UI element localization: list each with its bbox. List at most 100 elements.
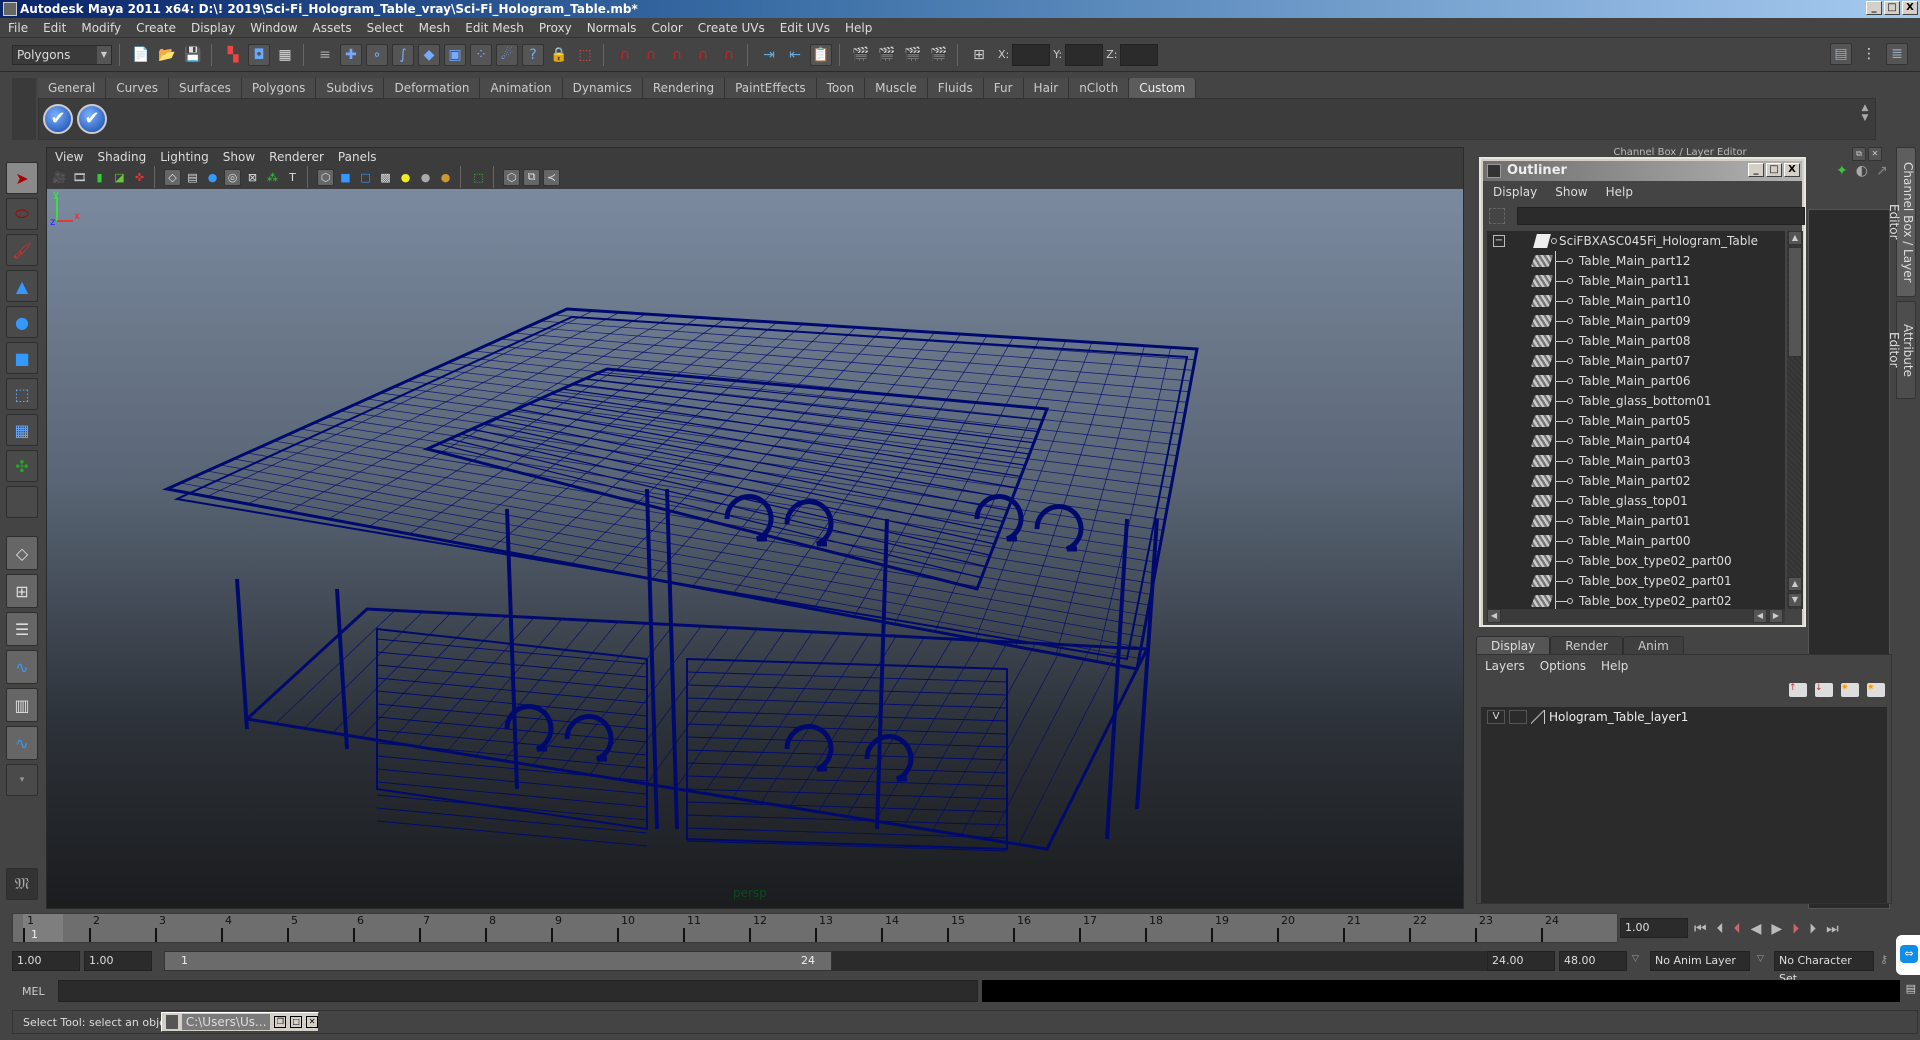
layer-menu-layers[interactable]: Layers bbox=[1485, 659, 1525, 673]
layout-hypershade-persp-icon[interactable]: ▥ bbox=[6, 688, 38, 722]
shelf-tab-fluids[interactable]: Fluids bbox=[927, 78, 984, 98]
restore-icon[interactable]: ❐ bbox=[274, 1016, 287, 1028]
snap-lattice-icon[interactable]: ▣ bbox=[444, 43, 466, 66]
play-backwards-icon[interactable]: ◀ bbox=[1751, 921, 1762, 937]
layout-persp-graph-icon[interactable]: ∿ bbox=[6, 650, 38, 684]
move-tool-icon[interactable]: ▲ bbox=[6, 270, 38, 302]
anim-layer-dropdown-arrow[interactable]: ▽ bbox=[1632, 954, 1639, 964]
layout-persp-graph-hypergraph-icon[interactable]: ∿ bbox=[6, 726, 38, 760]
menu-select[interactable]: Select bbox=[367, 21, 404, 35]
shelf-tab-surfaces[interactable]: Surfaces bbox=[168, 78, 242, 98]
outliner-item[interactable]: Table_glass_top01 bbox=[1487, 491, 1785, 511]
anim-layer-dropdown[interactable]: No Anim Layer bbox=[1650, 951, 1750, 971]
tool-settings-toggle-icon[interactable]: ⋮ bbox=[1858, 43, 1880, 65]
select-by-object-icon[interactable]: ◘ bbox=[248, 43, 270, 66]
viewport-menu-lighting[interactable]: Lighting bbox=[160, 150, 209, 164]
select-tool-icon[interactable]: ➤ bbox=[6, 162, 38, 194]
layout-outliner-persp-icon[interactable]: ☰ bbox=[6, 612, 38, 646]
menu-assets[interactable]: Assets bbox=[313, 21, 352, 35]
paint-select-tool-icon[interactable]: 🖌 bbox=[6, 234, 38, 266]
last-tool-slot[interactable] bbox=[6, 486, 38, 518]
output-ops-icon[interactable]: ⇤ bbox=[784, 44, 806, 66]
shelf-tab-dynamics[interactable]: Dynamics bbox=[562, 78, 643, 98]
minimized-window-button[interactable]: C:\Users\Us... ❐ □ ✕ bbox=[161, 1012, 319, 1032]
shadows-icon[interactable]: ● bbox=[417, 169, 434, 186]
outliner-menu-show[interactable]: Show bbox=[1555, 185, 1587, 199]
range-slider-end[interactable]: 24 bbox=[801, 954, 815, 967]
menu-create[interactable]: Create bbox=[136, 21, 176, 35]
show-manipulator-icon[interactable]: ✣ bbox=[6, 450, 38, 482]
menu-edit-mesh[interactable]: Edit Mesh bbox=[465, 21, 524, 35]
command-input[interactable] bbox=[58, 980, 978, 1002]
viewport-menu-renderer[interactable]: Renderer bbox=[269, 150, 324, 164]
outliner-item[interactable]: Table_Main_part12 bbox=[1487, 251, 1785, 271]
tab-attribute-editor[interactable]: Attribute Editor bbox=[1887, 301, 1916, 399]
menu-create-uvs[interactable]: Create UVs bbox=[698, 21, 765, 35]
menu-edit-uvs[interactable]: Edit UVs bbox=[780, 21, 830, 35]
snap-particles-icon[interactable]: ⁘ bbox=[470, 43, 492, 66]
filter-toggle-icon[interactable] bbox=[1489, 208, 1505, 224]
scroll-left-icon[interactable]: ◀ bbox=[1487, 609, 1501, 623]
smooth-shade-icon[interactable]: ■ bbox=[337, 169, 354, 186]
selection-mask-icon[interactable]: ≡ bbox=[314, 44, 336, 66]
close-panel-icon[interactable]: ✕ bbox=[1868, 147, 1882, 161]
image-plane-icon[interactable]: ◪ bbox=[111, 169, 128, 186]
viewport-menu-view[interactable]: View bbox=[55, 150, 83, 164]
remote-control-badge[interactable]: ⇔ bbox=[1896, 935, 1920, 975]
outliner-item[interactable]: Table_box_type02_part00 bbox=[1487, 551, 1785, 571]
ipr-render-icon[interactable]: 🎬 bbox=[902, 44, 924, 66]
viewport-scene[interactable]: y x z persp bbox=[47, 189, 1463, 908]
playback-start-field[interactable]: 1.00 bbox=[84, 951, 152, 971]
outliner-minimize-button[interactable]: _ bbox=[1748, 163, 1764, 177]
animation-start-field[interactable]: 1.00 bbox=[12, 951, 80, 971]
move-layer-down-icon[interactable]: ↓ bbox=[1815, 683, 1833, 697]
outliner-item[interactable]: Table_Main_part05 bbox=[1487, 411, 1785, 431]
shelf-tab-animation[interactable]: Animation bbox=[480, 78, 563, 98]
shelf-tab-painteffects[interactable]: PaintEffects bbox=[725, 78, 817, 98]
auto-key-icon[interactable]: ⚷ bbox=[1880, 953, 1888, 966]
x-field[interactable] bbox=[1012, 43, 1051, 66]
scroll-left-icon[interactable]: ◀ bbox=[1753, 609, 1767, 623]
shelf-tab-polygons[interactable]: Polygons bbox=[241, 78, 317, 98]
snap-point-icon[interactable]: ∫ bbox=[392, 43, 414, 66]
film-gate-icon[interactable]: ▤ bbox=[184, 169, 201, 186]
menu-file[interactable]: File bbox=[8, 21, 28, 35]
magnet-plane-icon[interactable]: ∩ bbox=[692, 44, 714, 66]
rotate-tool-icon[interactable]: ● bbox=[6, 306, 38, 338]
viewport-menu-panels[interactable]: Panels bbox=[338, 150, 377, 164]
render-settings-icon[interactable]: 🎬 bbox=[928, 44, 950, 66]
menu-color[interactable]: Color bbox=[651, 21, 682, 35]
xray-joints-icon[interactable]: ⧉ bbox=[523, 168, 540, 186]
open-scene-icon[interactable]: 📂 bbox=[156, 44, 178, 66]
layer-tab-render[interactable]: Render bbox=[1550, 636, 1623, 654]
scroll-up-icon[interactable]: ▲ bbox=[1788, 231, 1802, 245]
scroll-up-icon[interactable]: ▲ bbox=[1788, 577, 1802, 591]
outliner-filter-input[interactable] bbox=[1517, 207, 1805, 225]
shelf-tab-custom[interactable]: Custom bbox=[1129, 78, 1197, 98]
outliner-item[interactable]: Table_box_type02_part01 bbox=[1487, 571, 1785, 591]
step-back-frame-icon[interactable]: ⏴ bbox=[1717, 921, 1724, 937]
menu-normals[interactable]: Normals bbox=[587, 21, 637, 35]
layer-tab-display[interactable]: Display bbox=[1476, 636, 1551, 654]
new-empty-layer-icon[interactable]: ✷ bbox=[1841, 683, 1859, 697]
shading-toggle-icon[interactable]: ◐ bbox=[1856, 163, 1868, 179]
soft-modification-tool-icon[interactable]: ▦ bbox=[6, 414, 38, 446]
render-current-icon[interactable]: 🎬 bbox=[876, 44, 898, 66]
layer-color-swatch[interactable] bbox=[1531, 710, 1545, 724]
outliner-item[interactable]: Table_glass_bottom01 bbox=[1487, 391, 1785, 411]
z-field[interactable] bbox=[1120, 43, 1159, 66]
layout-more-dropdown-icon[interactable]: ▾ bbox=[6, 764, 38, 796]
float-panel-icon[interactable]: ⧉ bbox=[1852, 147, 1866, 161]
collapse-icon[interactable]: − bbox=[1493, 235, 1505, 247]
resolution-gate-icon[interactable]: ● bbox=[204, 169, 221, 186]
xray-icon[interactable]: ⬡ bbox=[503, 168, 520, 186]
menu-modify[interactable]: Modify bbox=[81, 21, 121, 35]
wireframe-on-shaded-icon[interactable]: □ bbox=[357, 169, 374, 186]
save-scene-icon[interactable]: 💾 bbox=[182, 44, 204, 66]
time-slider[interactable]: 1 2 3 4 5 6 7 8 9 10 11 12 13 14 15 16 17 18 19 20 21 22 23 24 … bbox=[12, 913, 1618, 943]
layout-single-perspective-icon[interactable]: ◇ bbox=[6, 536, 38, 570]
shelf-checkmark-button-2[interactable]: ✔ bbox=[77, 104, 107, 134]
range-slider-start[interactable]: 1 bbox=[181, 954, 188, 967]
shelf-scroll-arrows[interactable]: ▲ ▼ bbox=[1859, 103, 1871, 135]
outliner-vertical-scrollbar[interactable]: ▲ ▲ ▼ bbox=[1787, 231, 1803, 609]
